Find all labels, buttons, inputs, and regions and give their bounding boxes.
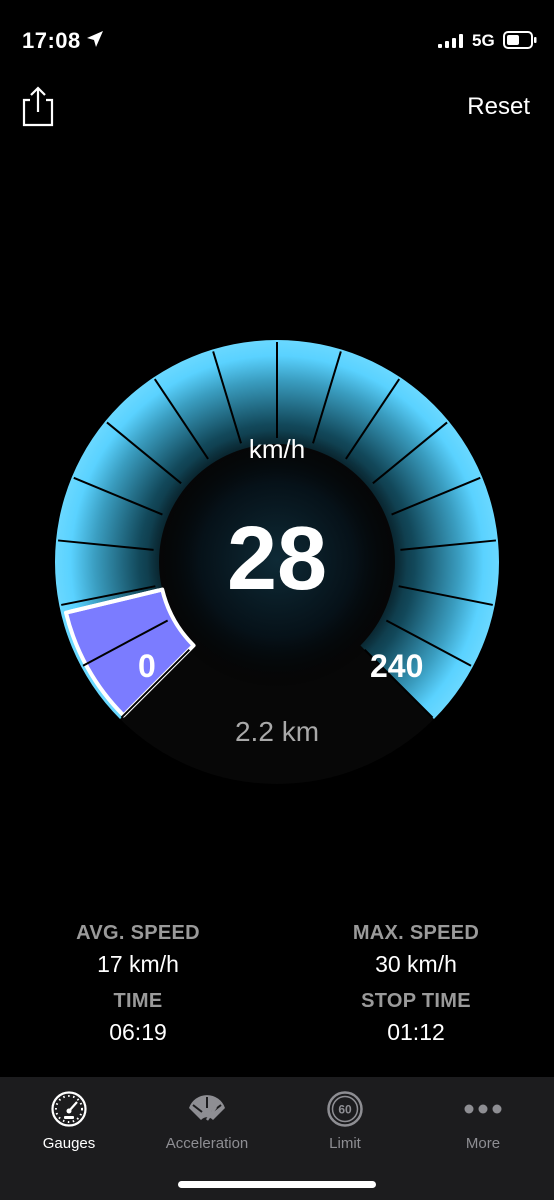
gauge-max-label: 240	[370, 648, 424, 684]
gauge-icon	[51, 1091, 87, 1127]
speed-limit-icon-text: 60	[338, 1103, 352, 1117]
tab-limit-label: Limit	[329, 1135, 361, 1152]
status-time: 17:08	[22, 28, 81, 53]
cellular-signal-icon	[438, 34, 463, 48]
time-value: 06:19	[109, 1019, 167, 1045]
max-speed-value: 30 km/h	[375, 951, 457, 977]
stop-time-stat: STOP TIME 01:12	[286, 990, 546, 1046]
avg-speed-value: 17 km/h	[97, 951, 179, 977]
more-dots-icon	[464, 1104, 502, 1114]
tab-more-label: More	[465, 1135, 501, 1152]
max-speed-label: MAX. SPEED	[352, 922, 480, 944]
time-stat: TIME 06:19	[8, 990, 268, 1046]
acceleration-icon	[189, 1095, 225, 1121]
reset-button[interactable]: Reset	[467, 93, 530, 121]
time-label: TIME	[113, 990, 163, 1012]
share-button[interactable]	[20, 84, 56, 128]
stop-time-value: 01:12	[387, 1019, 445, 1045]
trip-distance: 2.2 km	[234, 716, 320, 747]
tab-acceleration[interactable]: Acceleration	[138, 1089, 276, 1152]
location-arrow-icon	[87, 31, 103, 47]
avg-speed-stat: AVG. SPEED 17 km/h	[8, 922, 268, 978]
share-icon	[22, 86, 54, 127]
tab-gauges[interactable]: Gauges	[0, 1089, 138, 1152]
stop-time-label: STOP TIME	[361, 990, 471, 1012]
tab-acceleration-label: Acceleration	[165, 1135, 249, 1152]
current-speed: 28	[226, 509, 328, 609]
tab-more[interactable]: More	[414, 1089, 552, 1152]
status-bar: 17:08 5G	[0, 0, 554, 80]
max-speed-stat: MAX. SPEED 30 km/h	[286, 922, 546, 978]
avg-speed-label: AVG. SPEED	[76, 922, 200, 944]
battery-icon	[503, 31, 537, 49]
speed-unit: km/h	[248, 434, 306, 464]
speed-limit-icon: 60	[327, 1091, 363, 1127]
tab-gauges-label: Gauges	[42, 1135, 96, 1152]
tab-limit[interactable]: 60 Limit	[276, 1089, 414, 1152]
gauge-min-label: 0	[138, 648, 156, 684]
home-indicator	[178, 1181, 376, 1188]
network-type: 5G	[472, 31, 495, 50]
